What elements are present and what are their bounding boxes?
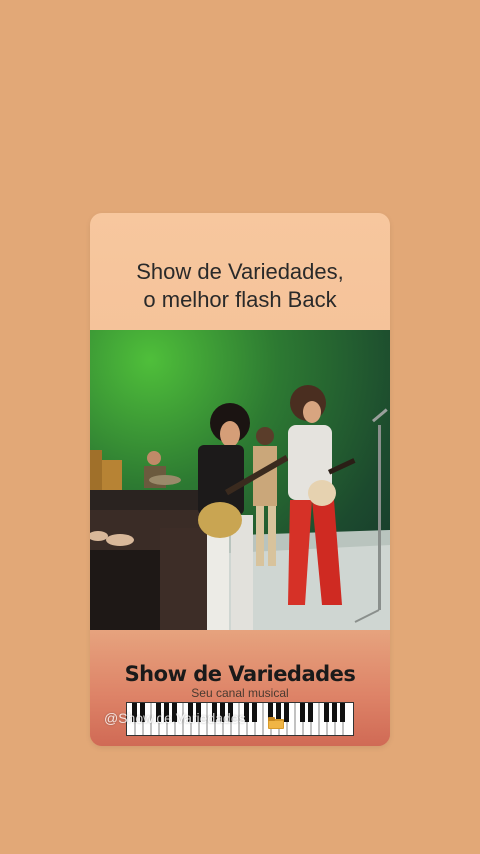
channel-handle[interactable]: @Show.de.Variedades	[104, 710, 246, 726]
post-title-line2: o melhor flash Back	[143, 287, 337, 312]
channel-tagline: Seu canal musical	[191, 686, 289, 700]
post-title-line1: Show de Variedades,	[136, 259, 344, 284]
folder-icon	[268, 717, 284, 729]
post-title: Show de Variedades, o melhor flash Back	[90, 258, 390, 314]
channel-brand: Show de Variedades	[124, 662, 356, 686]
video-frame[interactable]	[90, 330, 390, 630]
post-card[interactable]: Show de Variedades, o melhor flash Back	[90, 213, 390, 746]
channel-footer: Show de Variedades Seu canal musical @Sh…	[90, 630, 390, 746]
concert-scene-image	[90, 385, 390, 630]
